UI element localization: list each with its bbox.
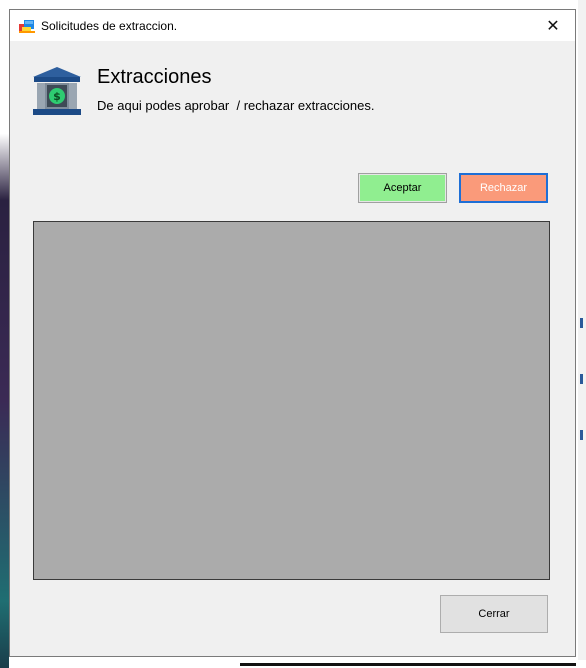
title-bar[interactable]: Solicitudes de extraccion. ✕ [10, 10, 575, 41]
requests-data-grid[interactable] [33, 221, 550, 580]
app-window-icon [19, 18, 35, 34]
window-title: Solicitudes de extraccion. [41, 18, 178, 33]
desktop-mark [580, 374, 583, 384]
close-window-button[interactable]: ✕ [531, 10, 575, 41]
accept-button[interactable]: Aceptar [358, 173, 447, 203]
extraction-requests-window: Solicitudes de extraccion. ✕ $ Extraccio… [9, 9, 576, 657]
close-button[interactable]: Cerrar [440, 595, 548, 633]
desktop-mark [580, 430, 583, 440]
desktop-left-edge [0, 0, 9, 668]
taskbar-fragment [240, 663, 576, 666]
desktop-right-edge [578, 0, 586, 668]
close-icon: ✕ [546, 17, 560, 35]
reject-button[interactable]: Rechazar [459, 173, 548, 203]
bank-money-icon: $ [31, 65, 83, 117]
desktop-mark [580, 318, 583, 328]
page-subtitle: De aqui podes aprobar / rechazar extracc… [97, 98, 375, 113]
page-title: Extracciones [97, 66, 212, 88]
svg-text:$: $ [53, 90, 61, 103]
desktop-bottom-edge [240, 660, 586, 668]
